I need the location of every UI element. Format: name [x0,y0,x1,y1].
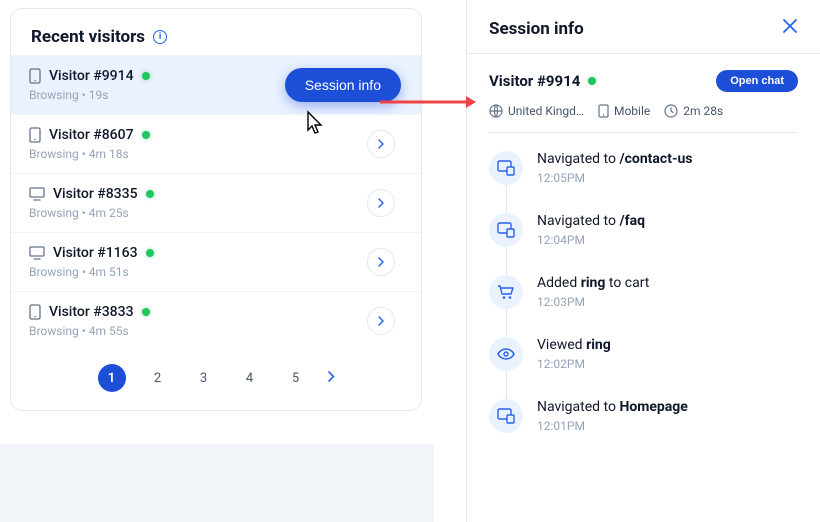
page-number[interactable]: 2 [144,364,172,392]
visitor-list-item[interactable]: Visitor #8335 Browsing • 4m 25s [11,173,421,232]
timeline-text: Navigated to Homepage [537,399,688,415]
cart-icon [489,275,523,309]
session-info-button[interactable]: Session info [285,68,401,102]
timeline-item: Added ring to cart 12:03PM [489,275,798,337]
session-timeline: Navigated to /contact-us 12:05PM Navigat… [467,133,820,455]
clock-icon [664,104,678,118]
session-panel-title: Session info [489,19,584,39]
mobile-icon [598,104,609,118]
visitors-list: Visitor #9914 Browsing • 19s Session inf… [11,55,421,350]
page-number[interactable]: 4 [236,364,264,392]
visitor-status-line: Browsing • 4m 25s [29,206,403,220]
pagination: 1 2 3 4 5 [11,350,421,410]
page-number[interactable]: 3 [190,364,218,392]
meta-duration: 2m 28s [664,104,723,118]
visitor-name: Visitor #9914 [49,68,134,84]
page-next-icon[interactable] [328,371,335,386]
info-icon[interactable]: i [153,30,167,44]
status-dot-icon [142,308,150,316]
timeline-item: Navigated to Homepage 12:01PM [489,399,798,455]
timeline-text: Navigated to /contact-us [537,151,693,167]
timeline-time: 12:01PM [537,419,688,433]
session-visitor-block: Visitor #9914 Open chat United Kingd… Mo… [467,54,820,133]
visitor-name: Visitor #3833 [49,304,134,320]
visitor-status-line: Browsing • 4m 55s [29,324,403,338]
visitor-list-item[interactable]: Visitor #9914 Browsing • 19s Session inf… [11,55,421,114]
timeline-text: Navigated to /faq [537,213,645,229]
meta-country: United Kingd… [489,104,584,118]
page-number[interactable]: 5 [282,364,310,392]
close-icon[interactable] [782,18,798,39]
expand-visitor-button[interactable] [367,130,395,158]
recent-visitors-header: Recent visitors i [11,9,421,55]
session-visitor-name: Visitor #9914 [489,72,596,90]
status-dot-icon [142,72,150,80]
eye-icon [489,337,523,371]
open-chat-button[interactable]: Open chat [716,70,798,92]
timeline-time: 12:04PM [537,233,645,247]
status-dot-icon [146,190,154,198]
expand-visitor-button[interactable] [367,189,395,217]
visitor-status-line: Browsing • 4m 18s [29,147,403,161]
mobile-icon [29,304,41,320]
visitor-status-line: Browsing • 4m 51s [29,265,403,279]
status-dot-icon [588,77,596,85]
visitor-list-item[interactable]: Visitor #1163 Browsing • 4m 51s [11,232,421,291]
mobile-icon [29,68,41,84]
page-number[interactable]: 1 [98,364,126,392]
status-dot-icon [146,249,154,257]
recent-visitors-panel: Recent visitors i Visitor #9914 Browsing… [10,8,422,411]
expand-visitor-button[interactable] [367,248,395,276]
timeline-item: Navigated to /contact-us 12:05PM [489,151,798,213]
desktop-icon [29,187,45,201]
status-dot-icon [142,131,150,139]
session-info-panel: Session info Visitor #9914 Open chat Uni… [466,0,820,522]
recent-visitors-title: Recent visitors [31,27,145,47]
navigate-icon [489,213,523,247]
visitor-list-item[interactable]: Visitor #3833 Browsing • 4m 55s [11,291,421,350]
navigate-icon [489,151,523,185]
timeline-text: Viewed ring [537,337,611,353]
visitor-list-item[interactable]: Visitor #8607 Browsing • 4m 18s [11,114,421,173]
session-panel-header: Session info [467,0,820,54]
timeline-time: 12:03PM [537,295,649,309]
timeline-item: Viewed ring 12:02PM [489,337,798,399]
visitor-name: Visitor #8607 [49,127,134,143]
timeline-item: Navigated to /faq 12:04PM [489,213,798,275]
globe-icon [489,104,503,118]
session-meta: United Kingd… Mobile 2m 28s [489,104,798,133]
meta-device: Mobile [598,104,650,118]
navigate-icon [489,399,523,433]
mobile-icon [29,127,41,143]
visitor-name: Visitor #1163 [53,245,138,261]
timeline-text: Added ring to cart [537,275,649,291]
expand-visitor-button[interactable] [367,307,395,335]
visitor-name: Visitor #8335 [53,186,138,202]
desktop-icon [29,246,45,260]
timeline-time: 12:05PM [537,171,693,185]
timeline-time: 12:02PM [537,357,611,371]
